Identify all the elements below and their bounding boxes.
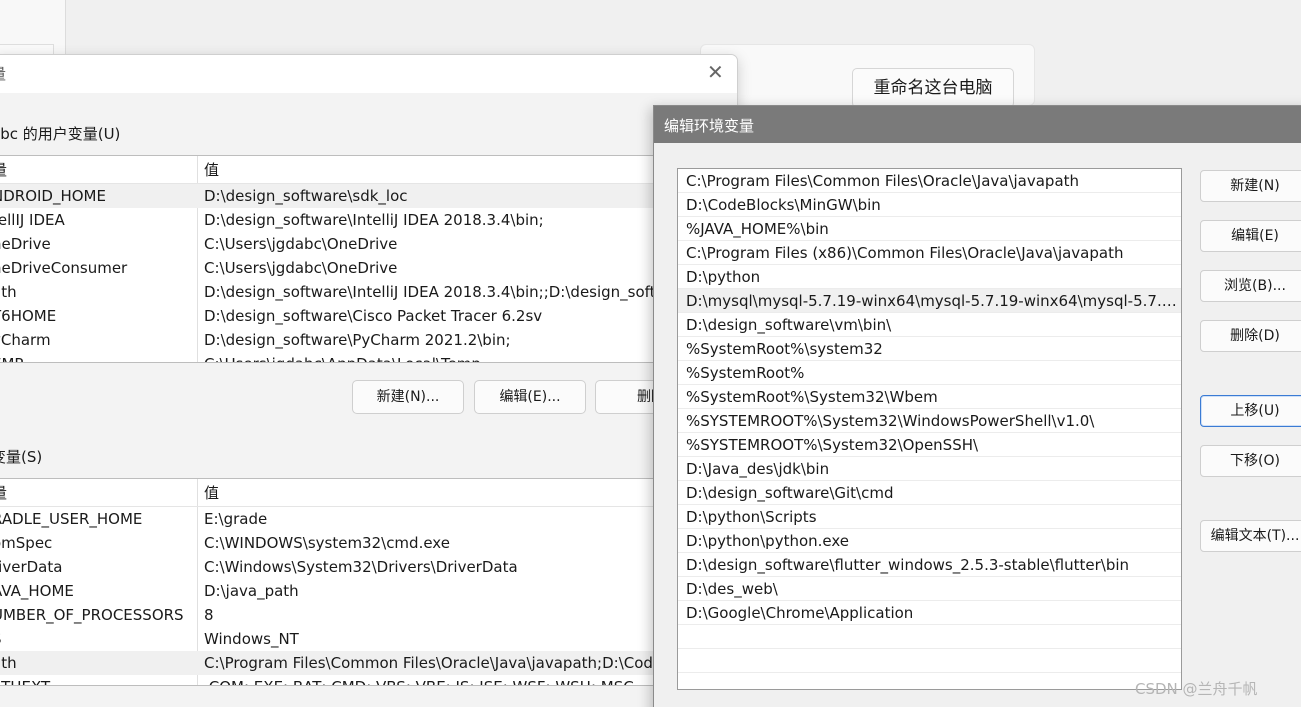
variable-name: T6HOME [0,307,57,325]
table-row[interactable]: riverData C:\Windows\System32\Drivers\Dr… [0,555,690,579]
header-value[interactable]: 值 [204,479,690,506]
table-row[interactable]: omSpec C:\WINDOWS\system32\cmd.exe [0,531,690,555]
header-variable[interactable]: 量 [0,479,192,506]
rename-pc-button[interactable]: 重命名这台电脑 [852,68,1014,108]
list-item[interactable]: %SystemRoot% [678,361,1181,385]
variable-value: C:\Users\jgdabc\OneDrive [204,235,398,253]
edit-text-button[interactable]: 编辑文本(T)... [1200,520,1301,552]
variable-name: riverData [0,558,63,576]
table-row[interactable]: yCharm D:\design_software\PyCharm 2021.2… [0,328,690,352]
list-item[interactable]: D:\python [678,265,1181,289]
environment-variables-dialog: 量 ✕ abc 的用户变量(U) 量 值 NDROID_HOME D:\desi… [0,54,738,707]
list-item[interactable]: %SYSTEMROOT%\System32\WindowsPowerShell\… [678,409,1181,433]
variable-name: neDrive [0,235,51,253]
csdn-watermark: CSDN @兰舟千帆 [1135,680,1258,698]
list-item[interactable]: D:\mysql\mysql-5.7.19-winx64\mysql-5.7.1… [678,289,1181,313]
table-row[interactable]: ATHEXT .COM;.EXE;.BAT;.CMD;.VBS;.VBE;.JS… [0,675,690,685]
table-row[interactable]: ath D:\design_software\IntelliJ IDEA 201… [0,280,690,304]
close-icon[interactable]: ✕ [707,60,724,84]
new-path-button[interactable]: 新建(N) [1200,170,1301,202]
browse-button[interactable]: 浏览(B)... [1200,270,1301,302]
table-row[interactable]: ath C:\Program Files\Common Files\Oracle… [0,651,690,675]
variable-value: .COM;.EXE;.BAT;.CMD;.VBS;.VBE;.JS;.JSE;.… [204,675,690,685]
table-header: 量 值 [0,479,690,507]
env-dialog-titlebar: 量 ✕ [0,55,737,93]
list-item[interactable]: D:\python\Scripts [678,505,1181,529]
header-value[interactable]: 值 [204,156,690,183]
variable-value: D:\java_path [204,582,299,600]
variable-value: Windows_NT [204,630,299,648]
variable-value: D:\design_software\Cisco Packet Tracer 6… [204,307,543,325]
variable-value: D:\design_software\IntelliJ IDEA 2018.3.… [204,283,690,301]
variable-name: ath [0,283,17,301]
table-row[interactable]: RADLE_USER_HOME E:\grade [0,507,690,531]
empty-list-row[interactable] [678,649,1181,673]
variable-name: EMP [0,352,192,362]
variable-name: S [0,627,192,651]
list-item[interactable]: D:\design_software\flutter_windows_2.5.3… [678,553,1181,577]
variable-value: C:\Users\jgdabc\AppData\Local\Temp [204,352,690,362]
variable-value: D:\design_software\IntelliJ IDEA 2018.3.… [204,211,544,229]
edit-path-button[interactable]: 编辑(E) [1200,220,1301,252]
edit-environment-variable-dialog: 编辑环境变量 C:\Program Files\Common Files\Ora… [653,105,1301,707]
list-item[interactable]: D:\CodeBlocks\MinGW\bin [678,193,1181,217]
user-new-button[interactable]: 新建(N)... [352,380,464,414]
settings-nav-pane [0,0,66,60]
table-row[interactable]: T6HOME D:\design_software\Cisco Packet T… [0,304,690,328]
env-dialog-title: 量 [0,63,6,84]
variable-value: C:\Windows\System32\Drivers\DriverData [204,558,518,576]
list-item[interactable]: %SystemRoot%\system32 [678,337,1181,361]
list-item[interactable]: D:\python\python.exe [678,529,1181,553]
variable-name: ATHEXT [0,675,192,685]
list-item[interactable]: D:\design_software\Git\cmd [678,481,1181,505]
table-row[interactable]: UMBER_OF_PROCESSORS 8 [0,603,690,627]
move-up-button[interactable]: 上移(U) [1200,395,1301,427]
edit-dialog-titlebar[interactable]: 编辑环境变量 [654,106,1301,143]
variable-value: C:\Users\jgdabc\OneDrive [204,259,398,277]
table-row[interactable]: NDROID_HOME D:\design_software\sdk_loc [0,184,690,208]
list-item[interactable]: %SystemRoot%\System32\Wbem [678,385,1181,409]
list-item[interactable]: %JAVA_HOME%\bin [678,217,1181,241]
move-down-button[interactable]: 下移(O) [1200,445,1301,477]
list-item[interactable]: D:\design_software\vm\bin\ [678,313,1181,337]
variable-value: 8 [204,606,214,624]
user-variables-table[interactable]: 量 值 NDROID_HOME D:\design_software\sdk_l… [0,155,691,363]
delete-path-button[interactable]: 删除(D) [1200,320,1301,352]
path-list[interactable]: C:\Program Files\Common Files\Oracle\Jav… [677,168,1182,690]
list-item[interactable]: D:\des_web\ [678,577,1181,601]
table-row[interactable]: AVA_HOME D:\java_path [0,579,690,603]
header-variable[interactable]: 量 [0,156,192,183]
table-row[interactable]: tellIJ IDEA D:\design_software\IntelliJ … [0,208,690,232]
variable-value: C:\Program Files\Common Files\Oracle\Jav… [204,654,690,672]
variable-value: D:\design_software\sdk_loc [204,187,408,205]
variable-name: UMBER_OF_PROCESSORS [0,606,184,624]
list-item[interactable]: C:\Program Files (x86)\Common Files\Orac… [678,241,1181,265]
variable-name: RADLE_USER_HOME [0,510,143,528]
variable-name: ath [0,654,17,672]
table-row[interactable]: EMP C:\Users\jgdabc\AppData\Local\Temp [0,352,690,362]
variable-name: tellIJ IDEA [0,211,65,229]
variable-value: E:\grade [204,510,268,528]
variable-name: yCharm [0,331,51,349]
variable-value: D:\design_software\PyCharm 2021.2\bin; [204,331,511,349]
edit-dialog-title: 编辑环境变量 [664,117,755,135]
system-variables-label: 变量(S) [0,448,43,466]
table-row[interactable]: neDrive C:\Users\jgdabc\OneDrive [0,232,690,256]
user-edit-button[interactable]: 编辑(E)... [474,380,586,414]
empty-list-row[interactable] [678,625,1181,649]
system-variables-table[interactable]: 量 值 RADLE_USER_HOME E:\grade omSpec C:\W… [0,478,691,686]
variable-name: omSpec [0,534,53,552]
variable-name: AVA_HOME [0,582,74,600]
user-variables-label: abc 的用户变量(U) [0,125,121,143]
variable-name: neDriveConsumer [0,259,128,277]
variable-name: NDROID_HOME [0,187,106,205]
list-item[interactable]: C:\Program Files\Common Files\Oracle\Jav… [678,169,1181,193]
list-item[interactable]: D:\Google\Chrome\Application [678,601,1181,625]
list-item[interactable]: %SYSTEMROOT%\System32\OpenSSH\ [678,433,1181,457]
table-row[interactable]: neDriveConsumer C:\Users\jgdabc\OneDrive [0,256,690,280]
table-header: 量 值 [0,156,690,184]
variable-value: C:\WINDOWS\system32\cmd.exe [204,534,450,552]
table-row[interactable]: S Windows_NT [0,627,690,651]
list-item[interactable]: D:\Java_des\jdk\bin [678,457,1181,481]
